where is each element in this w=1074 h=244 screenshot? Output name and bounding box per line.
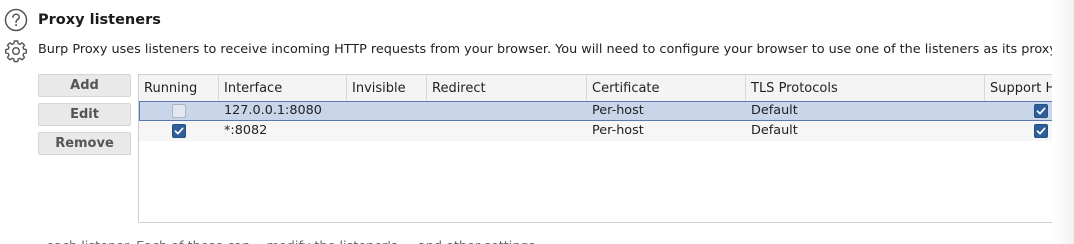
table-header: Running Interface Invisible Redirect Cer…	[139, 75, 1074, 102]
column-header-invisible[interactable]: Invisible	[347, 75, 427, 101]
column-header-redirect[interactable]: Redirect	[427, 75, 587, 101]
redirect-cell	[427, 101, 587, 121]
running-checkbox[interactable]	[172, 124, 186, 138]
invisible-cell	[347, 121, 427, 141]
column-header-tls-protocols[interactable]: TLS Protocols	[746, 75, 985, 101]
checkmark-icon	[174, 127, 184, 135]
support-http2-checkbox[interactable]	[1034, 104, 1048, 118]
table-row[interactable]: *:8082 Per-host Default	[139, 121, 1074, 141]
tls-protocols-cell: Default	[751, 123, 798, 138]
window-edge	[1052, 0, 1074, 244]
column-header-certificate[interactable]: Certificate	[587, 75, 746, 101]
remove-button[interactable]: Remove	[38, 132, 131, 155]
running-checkbox[interactable]	[172, 104, 186, 118]
tls-protocols-cell: Default	[751, 103, 798, 118]
table-row[interactable]: 127.0.0.1:8080 Per-host Default	[139, 101, 1074, 121]
section-description: Burp Proxy uses listeners to receive inc…	[38, 42, 1074, 57]
certificate-cell: Per-host	[592, 123, 644, 138]
column-header-interface[interactable]: Interface	[219, 75, 347, 101]
gear-icon[interactable]	[4, 39, 28, 63]
certificate-cell: Per-host	[592, 103, 644, 118]
interface-cell: *:8082	[224, 123, 268, 138]
edit-button[interactable]: Edit	[38, 103, 131, 126]
invisible-cell	[347, 101, 427, 121]
footer-description: ... each listener. Each of these can... …	[30, 238, 539, 244]
checkmark-icon	[1036, 107, 1046, 115]
listeners-table[interactable]: Running Interface Invisible Redirect Cer…	[138, 74, 1074, 223]
checkmark-icon	[1036, 127, 1046, 135]
section-title: Proxy listeners	[38, 12, 161, 28]
column-header-running[interactable]: Running	[139, 75, 219, 101]
add-button[interactable]: Add	[38, 74, 131, 97]
support-http2-checkbox[interactable]	[1034, 124, 1048, 138]
interface-cell: 127.0.0.1:8080	[224, 103, 322, 118]
redirect-cell	[427, 121, 587, 141]
help-icon[interactable]	[4, 8, 28, 32]
